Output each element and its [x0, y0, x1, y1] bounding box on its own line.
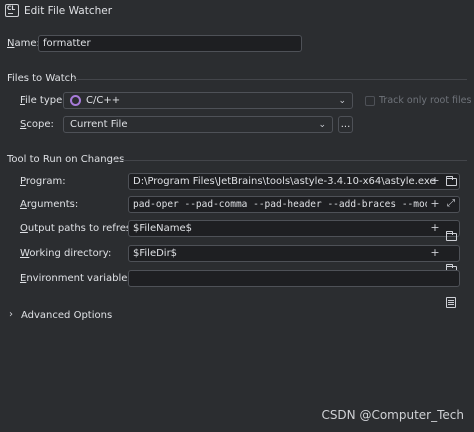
arguments-input[interactable]: pad-oper --pad-comma --pad-header --add-… — [128, 196, 460, 213]
tool-to-run-heading: Tool to Run on Changes — [7, 154, 125, 165]
scope-label: Scope: — [20, 119, 54, 130]
insert-macro-plus-icon[interactable]: + — [429, 198, 441, 210]
scope-combo[interactable]: Current File ⌄ — [63, 116, 333, 133]
file-type-combo[interactable]: C/C++ ⌄ — [63, 92, 353, 109]
arguments-label: Arguments: — [20, 199, 79, 210]
expand-icon[interactable]: ⤢ — [445, 198, 457, 210]
name-input-value: formatter — [43, 38, 91, 49]
dialog-title: Edit File Watcher — [24, 5, 113, 17]
file-type-label: File type: — [20, 95, 66, 106]
scope-value: Current File — [70, 119, 128, 130]
output-paths-input-value: $FileName$ — [133, 223, 192, 234]
insert-macro-plus-icon[interactable]: + — [429, 175, 441, 187]
insert-macro-plus-icon[interactable]: + — [429, 247, 441, 259]
output-paths-label: Output paths to refresh: — [20, 223, 141, 234]
chevron-right-icon[interactable]: › — [9, 309, 13, 320]
working-directory-label: Working directory: — [20, 248, 112, 259]
folder-icon[interactable] — [446, 176, 457, 186]
program-input[interactable]: D:\Program Files\JetBrains\tools\astyle-… — [128, 173, 460, 190]
advanced-options-toggle[interactable]: Advanced Options — [21, 310, 112, 321]
environment-variables-label: Environment variables: — [20, 273, 136, 284]
scope-browse-button[interactable]: ... — [338, 116, 353, 133]
environment-variables-input[interactable] — [128, 270, 460, 287]
chevron-down-icon: ⌄ — [338, 96, 346, 106]
track-only-root-checkbox[interactable] — [365, 96, 375, 106]
clion-app-icon: CL — [5, 4, 19, 17]
c-cpp-icon — [70, 95, 81, 106]
program-label: Program: — [20, 176, 66, 187]
arguments-input-value: pad-oper --pad-comma --pad-header --add-… — [133, 199, 427, 210]
app-icon-text: CL — [7, 5, 16, 12]
name-label: Name: — [7, 38, 40, 49]
output-paths-input[interactable]: $FileName$ — [128, 220, 460, 237]
insert-macro-plus-icon[interactable]: + — [429, 222, 441, 234]
files-to-watch-separator — [74, 79, 467, 80]
working-directory-input[interactable]: $FileDir$ — [128, 245, 460, 262]
working-directory-input-value: $FileDir$ — [133, 248, 178, 259]
watermark-text: CSDN @Computer_Tech — [321, 408, 464, 422]
folder-icon[interactable] — [446, 231, 457, 241]
track-only-root-label: Track only root files — [379, 95, 472, 106]
name-input[interactable]: formatter — [38, 35, 302, 52]
files-to-watch-heading: Files to Watch — [7, 73, 77, 84]
chevron-down-icon: ⌄ — [318, 120, 326, 130]
program-input-value: D:\Program Files\JetBrains\tools\astyle-… — [133, 176, 436, 187]
edit-environment-variables-icon[interactable] — [446, 297, 456, 308]
file-type-value: C/C++ — [86, 95, 121, 106]
tool-to-run-separator — [112, 160, 467, 161]
